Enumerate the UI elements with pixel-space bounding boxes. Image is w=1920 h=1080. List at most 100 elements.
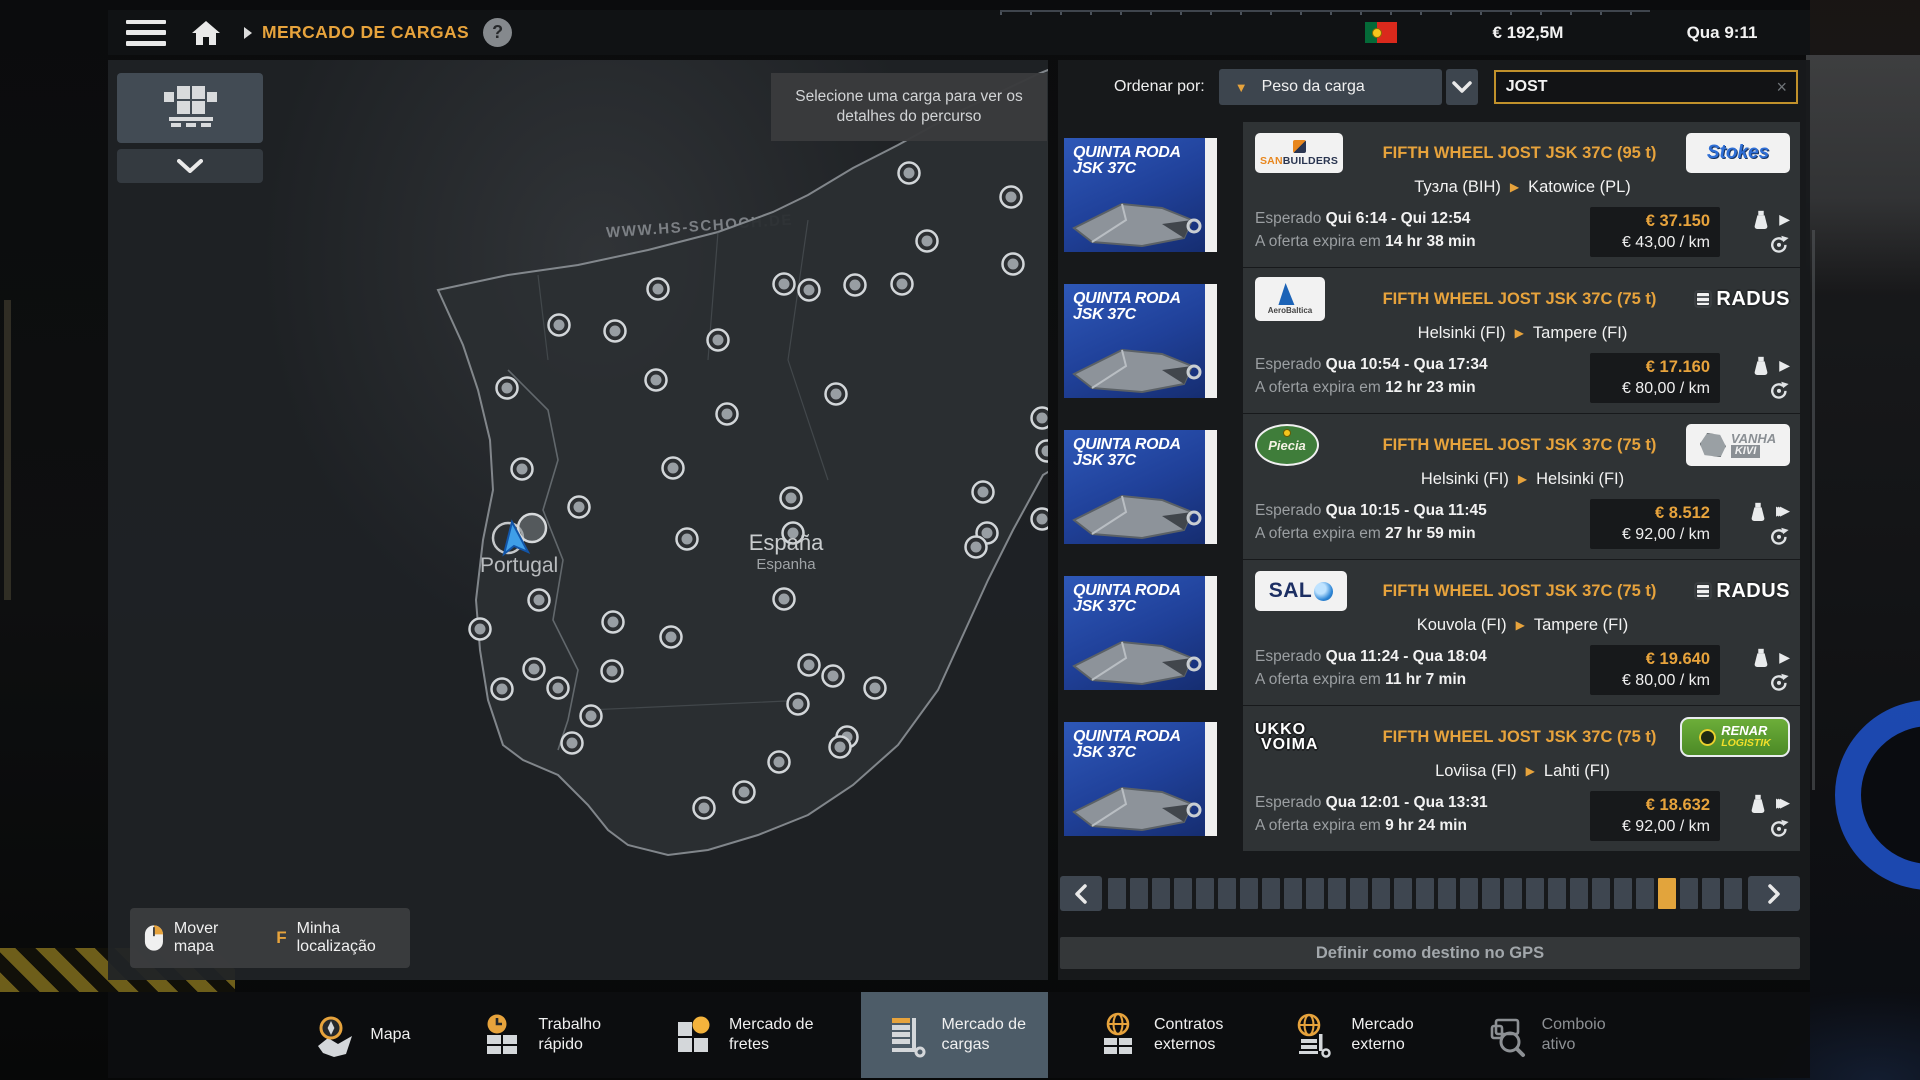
garage-wall-light — [1806, 55, 1920, 295]
speed-icon: ▶▶▶ — [1776, 503, 1790, 519]
search-box[interactable]: × — [1494, 70, 1798, 104]
route-origin: Тузла (BIH) — [1414, 178, 1501, 196]
cargo-title: FIFTH WHEEL JOST JSK 37C (95 t) — [1367, 144, 1672, 163]
rotate-icon — [1768, 671, 1790, 693]
cargo-rate: € 92,00 / km — [1600, 818, 1710, 836]
page-square[interactable] — [1284, 878, 1302, 909]
page-square-active[interactable] — [1658, 878, 1676, 909]
page-square[interactable] — [1240, 878, 1258, 909]
iberia-map — [108, 60, 1048, 980]
set-gps-destination-button[interactable]: Definir como destino no GPS — [1060, 937, 1800, 969]
search-input[interactable] — [1496, 78, 1768, 96]
cargo-route: Helsinki (FI)▶Tampere (FI) — [1255, 324, 1790, 343]
home-icon[interactable] — [188, 17, 224, 49]
cargo-route: Loviisa (FI)▶Lahti (FI) — [1255, 762, 1790, 781]
job-dot-core — [567, 738, 578, 749]
menu-icon[interactable] — [126, 20, 166, 46]
page-square[interactable] — [1548, 878, 1566, 909]
rotate-icon — [1768, 525, 1790, 547]
page-square[interactable] — [1614, 878, 1632, 909]
page-square[interactable] — [1350, 878, 1368, 909]
route-arrow-icon: ▶ — [1518, 472, 1527, 486]
page-square[interactable] — [1438, 878, 1456, 909]
page-square[interactable] — [1460, 878, 1478, 909]
page-square[interactable] — [1592, 878, 1610, 909]
cargo-filter-button[interactable] — [117, 73, 263, 143]
job-dot-core — [904, 168, 915, 179]
cargo-times: Esperado Qua 11:24 - Qua 18:04 A oferta … — [1255, 645, 1590, 695]
cube-icon — [1293, 140, 1306, 153]
prev-page-button[interactable] — [1060, 876, 1102, 911]
tab-mercado-de-cargas[interactable]: Mercado decargas — [861, 992, 1048, 1078]
page-square[interactable] — [1570, 878, 1588, 909]
page-square[interactable] — [1328, 878, 1346, 909]
cargo-row[interactable]: QUINTA RODAJSK 37C Piecia FIFTH WHEEL JO… — [1064, 414, 1800, 559]
job-dot-core — [1008, 259, 1019, 270]
cargo-rows: QUINTA RODAJSK 37C SANBUILDERS FIFTH WHE… — [1064, 122, 1800, 852]
garage-pole — [4, 300, 11, 600]
job-dot-core — [713, 335, 724, 346]
page-square[interactable] — [1636, 878, 1654, 909]
job-dot-core — [978, 487, 989, 498]
sort-row: Ordenar por: ▼ Peso da carga × — [1058, 68, 1798, 106]
next-page-button[interactable] — [1748, 876, 1800, 911]
tab-mapa[interactable]: Mapa — [290, 992, 432, 1078]
page-square[interactable] — [1306, 878, 1324, 909]
collapse-button[interactable] — [117, 149, 263, 183]
tab-mercado-externo[interactable]: Mercadoexterno — [1271, 992, 1435, 1078]
page-square[interactable] — [1196, 878, 1214, 909]
cargo-row[interactable]: QUINTA RODAJSK 37C AeroBaltica FIFTH WHE… — [1064, 268, 1800, 413]
page-square[interactable] — [1152, 878, 1170, 909]
cargo-row[interactable]: QUINTA RODAJSK 37C SAL FIFTH WHEEL JOST … — [1064, 560, 1800, 705]
route-arrow-icon: ▶ — [1515, 326, 1524, 340]
sort-dropdown[interactable]: ▼ Peso da carga — [1219, 69, 1442, 105]
help-icon[interactable]: ? — [483, 18, 512, 47]
cargo-row[interactable]: QUINTA RODAJSK 37C UKKOVOIMA FIFTH WHEEL… — [1064, 706, 1800, 851]
box-icon — [1694, 290, 1712, 308]
page-square[interactable] — [1702, 878, 1720, 909]
weight-icon — [1750, 209, 1772, 229]
page-square[interactable] — [1482, 878, 1500, 909]
cargo-thumbnail: QUINTA RODAJSK 37C — [1064, 722, 1217, 836]
page-square[interactable] — [1526, 878, 1544, 909]
page-square[interactable] — [1218, 878, 1236, 909]
map-icon — [312, 1012, 358, 1058]
cargo-rate: € 80,00 / km — [1600, 672, 1710, 690]
job-dot-core — [779, 594, 790, 605]
sort-selected-value: Peso da carga — [1262, 78, 1365, 96]
cargo-flags: ▶ — [1730, 353, 1790, 403]
rock-icon — [1700, 433, 1726, 457]
cargo-row[interactable]: QUINTA RODAJSK 37C SANBUILDERS FIFTH WHE… — [1064, 122, 1800, 267]
game-time: Qua 9:11 — [1662, 10, 1782, 55]
page-square[interactable] — [1680, 878, 1698, 909]
job-dot-core — [870, 683, 881, 694]
page-square[interactable] — [1724, 878, 1742, 909]
page-square[interactable] — [1262, 878, 1280, 909]
weight-icon — [1747, 793, 1769, 813]
job-dot-core — [517, 464, 528, 475]
pallet-cargo-icon — [161, 84, 219, 132]
external-market-icon — [1293, 1012, 1339, 1058]
speed-icon: ▶ — [1779, 357, 1790, 374]
page-square[interactable] — [1174, 878, 1192, 909]
row-gap — [1217, 122, 1243, 267]
job-dot-core — [502, 383, 513, 394]
location-key: F — [276, 928, 286, 948]
tab-mercado-de-fretes[interactable]: Mercado defretes — [649, 992, 836, 1078]
sort-direction-button[interactable] — [1446, 69, 1478, 105]
tab-trabalho-rapido[interactable]: Trabalhorápido — [458, 992, 623, 1078]
page-square[interactable] — [1372, 878, 1390, 909]
clear-search-icon[interactable]: × — [1776, 77, 1787, 98]
job-dot-core — [722, 409, 733, 420]
page-square[interactable] — [1108, 878, 1126, 909]
chevron-down-icon — [1452, 81, 1472, 93]
page-square[interactable] — [1394, 878, 1412, 909]
move-map-hint: Mover mapa — [174, 920, 254, 956]
fifth-wheel-image — [1066, 336, 1204, 394]
page-square[interactable] — [1130, 878, 1148, 909]
page-square[interactable] — [1416, 878, 1434, 909]
cargo-rate: € 92,00 / km — [1600, 526, 1710, 544]
job-dot-core — [610, 326, 621, 337]
page-square[interactable] — [1504, 878, 1522, 909]
tab-contratos-externos[interactable]: Contratosexternos — [1074, 992, 1245, 1078]
